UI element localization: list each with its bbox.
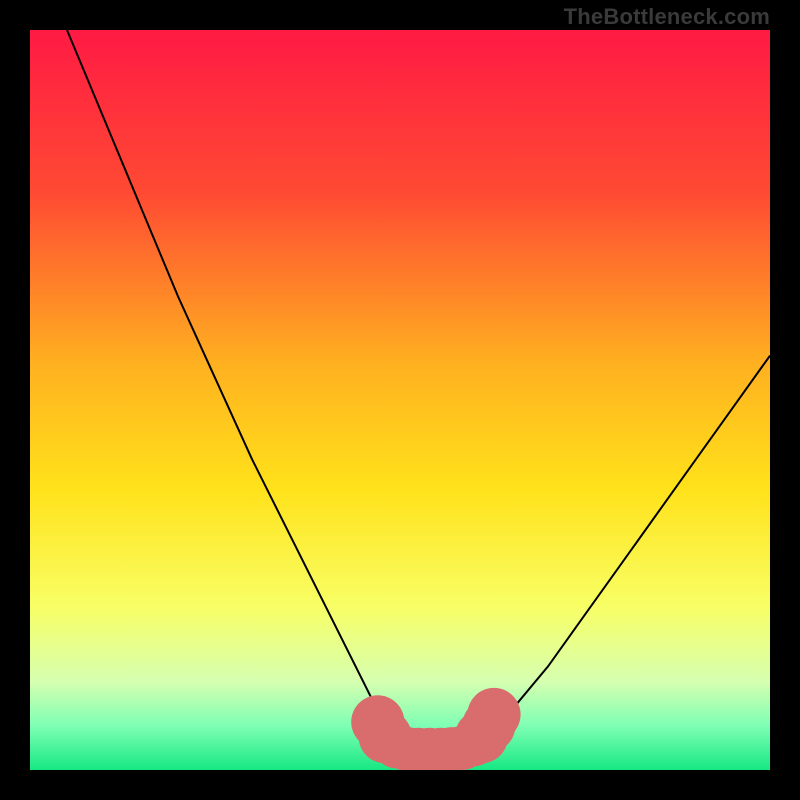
curve-layer <box>30 30 770 770</box>
watermark-text: TheBottleneck.com <box>564 4 770 30</box>
marker-dot <box>467 688 520 741</box>
chart-frame: TheBottleneck.com <box>0 0 800 800</box>
marker-group <box>351 688 520 770</box>
bottleneck-curve <box>67 30 770 748</box>
plot-area <box>30 30 770 770</box>
